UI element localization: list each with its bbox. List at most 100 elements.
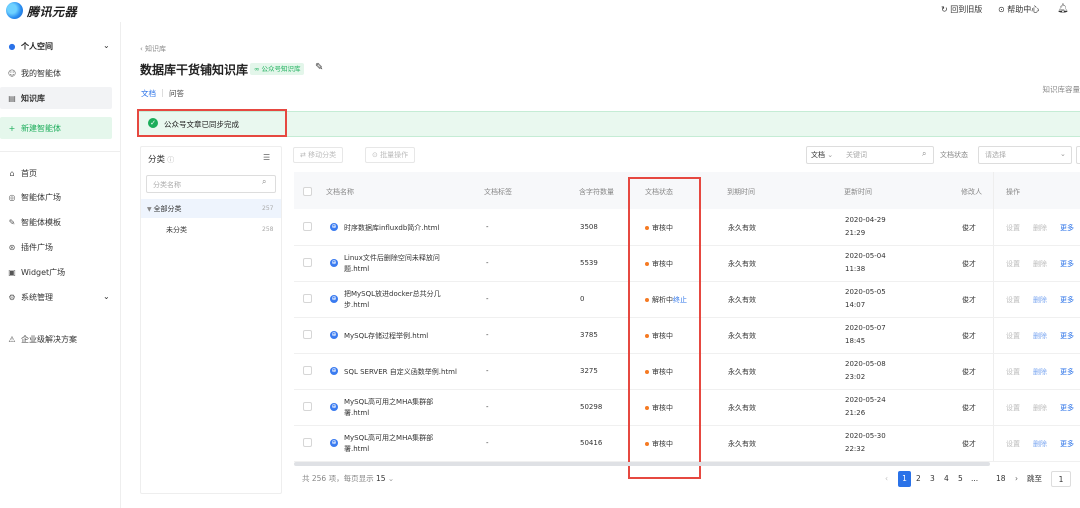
- update-date: 2020-05-05: [845, 288, 886, 296]
- column-header: 含字符数量: [579, 188, 614, 196]
- sidebar-item-home[interactable]: ⌂ 首页: [7, 168, 37, 179]
- modifier: 俊才: [962, 440, 976, 448]
- extra-control[interactable]: [1076, 146, 1080, 164]
- modifier: 俊才: [962, 296, 976, 304]
- more-action[interactable]: 更多: [1060, 223, 1074, 233]
- tab-divider: [162, 89, 163, 97]
- row-checkbox[interactable]: [303, 330, 312, 339]
- new-agent-label[interactable]: + 新建智能体: [7, 123, 61, 134]
- gear-icon: ⚙: [8, 293, 16, 302]
- settings-action[interactable]: 设置: [1006, 259, 1020, 269]
- more-action[interactable]: 更多: [1060, 295, 1074, 305]
- chevron-down-icon[interactable]: ⌄: [103, 41, 110, 50]
- search-icon[interactable]: ⌕: [262, 177, 266, 187]
- batch-operation-button[interactable]: ⊙ 批量操作: [365, 147, 416, 163]
- select-all-checkbox[interactable]: [303, 187, 312, 196]
- keyword-input[interactable]: 关键词: [846, 150, 867, 160]
- row-checkbox[interactable]: [303, 438, 312, 447]
- document-name[interactable]: Linux文件后删除空间未释放问 题.html: [344, 253, 440, 275]
- next-page-icon[interactable]: ›: [1015, 471, 1018, 487]
- delete-action[interactable]: 删除: [1033, 295, 1047, 305]
- sort-icon[interactable]: ☰: [263, 153, 270, 162]
- document-name[interactable]: MySQL高可用之MHA集群部 署.html: [344, 397, 433, 419]
- chevron-down-icon[interactable]: ⌄: [103, 292, 110, 301]
- sidebar-item-widget[interactable]: ▣ Widget广场: [7, 267, 65, 278]
- page-number[interactable]: 4: [944, 471, 949, 487]
- pagination-ellipsis[interactable]: ...: [971, 471, 978, 487]
- delete-action[interactable]: 删除: [1033, 331, 1047, 341]
- doc-type-select[interactable]: 文档 ⌄: [811, 150, 833, 160]
- settings-action[interactable]: 设置: [1006, 367, 1020, 377]
- page-number[interactable]: 2: [916, 471, 921, 487]
- sidebar-item-my-agents[interactable]: ☺ 我的智能体: [7, 68, 61, 79]
- back-to-old-link[interactable]: ↻ 回到旧版: [941, 4, 982, 15]
- tab-qa[interactable]: 问答: [169, 88, 184, 99]
- sidebar-item-knowledge[interactable]: ▤ 知识库: [7, 93, 45, 104]
- row-checkbox[interactable]: [303, 402, 312, 411]
- page-number[interactable]: 5: [958, 471, 963, 487]
- document-name[interactable]: MySQL高可用之MHA集群部 署.html: [344, 433, 433, 455]
- page-size-select[interactable]: 15 ⌄: [376, 474, 394, 483]
- globe-icon: ⊕: [330, 295, 338, 303]
- document-name-line: MySQL存储过程举例.html: [344, 332, 429, 340]
- jump-input[interactable]: 1: [1051, 471, 1071, 487]
- page-number[interactable]: 18: [996, 471, 1006, 487]
- more-action[interactable]: 更多: [1060, 331, 1074, 341]
- status-filter-select[interactable]: 请选择: [978, 146, 1072, 164]
- delete-action[interactable]: 删除: [1033, 403, 1047, 413]
- row-checkbox[interactable]: [303, 294, 312, 303]
- document-name[interactable]: 时序数据库influxdb简介.html: [344, 223, 439, 234]
- settings-action[interactable]: 设置: [1006, 403, 1020, 413]
- edit-icon[interactable]: ✎: [315, 62, 323, 73]
- sidebar-item-agent-square[interactable]: ◎ 智能体广场: [7, 192, 62, 203]
- move-category-button[interactable]: ⇄ 移动分类: [293, 147, 344, 163]
- char-count: 50298: [580, 403, 603, 411]
- delete-action[interactable]: 删除: [1033, 367, 1047, 377]
- settings-action[interactable]: 设置: [1006, 439, 1020, 449]
- globe-icon: ⊕: [330, 331, 338, 339]
- category-search-input[interactable]: 分类名称: [146, 175, 276, 193]
- horizontal-scrollbar[interactable]: [294, 462, 990, 466]
- delete-action[interactable]: 删除: [1033, 223, 1047, 233]
- more-action[interactable]: 更多: [1060, 403, 1074, 413]
- logo-text[interactable]: 腾讯元器: [27, 3, 77, 20]
- help-center-link[interactable]: ⊙ 帮助中心: [998, 4, 1039, 15]
- more-action[interactable]: 更多: [1060, 259, 1074, 269]
- category-item-uncategorized[interactable]: 未分类: [166, 225, 187, 235]
- sidebar-item-agent-template[interactable]: ✎ 智能体模板: [7, 217, 61, 228]
- row-checkbox[interactable]: [303, 366, 312, 375]
- sidebar-item-system[interactable]: ⚙ 系统管理: [7, 292, 53, 303]
- page-number[interactable]: 1: [898, 471, 911, 487]
- logo-icon[interactable]: [6, 2, 23, 19]
- settings-action[interactable]: 设置: [1006, 223, 1020, 233]
- document-tag: -: [486, 223, 489, 231]
- workspace-switcher[interactable]: ● 个人空间: [7, 41, 54, 52]
- more-action[interactable]: 更多: [1060, 367, 1074, 377]
- more-action[interactable]: 更多: [1060, 439, 1074, 449]
- category-item-all[interactable]: ▼ 全部分类: [147, 204, 182, 214]
- row-checkbox[interactable]: [303, 258, 312, 267]
- square-icon: ◎: [8, 193, 16, 202]
- bell-icon[interactable]: 🔔︎: [1057, 4, 1068, 14]
- document-name[interactable]: SQL SERVER 自定义函数举例.html: [344, 367, 457, 378]
- column-header: 更新时间: [844, 188, 872, 196]
- doc-icon: ▤: [8, 94, 16, 103]
- settings-action[interactable]: 设置: [1006, 295, 1020, 305]
- sidebar-item-enterprise[interactable]: ⚠ 企业级解决方案: [7, 334, 77, 345]
- sidebar-item-plugins[interactable]: ⊛ 插件广场: [7, 242, 53, 253]
- document-name[interactable]: 把MySQL放进docker总共分几 步.html: [344, 289, 441, 311]
- page-number[interactable]: 3: [930, 471, 935, 487]
- document-name[interactable]: MySQL存储过程举例.html: [344, 331, 428, 342]
- document-name-line: Linux文件后删除空间未释放问: [344, 254, 440, 262]
- row-checkbox[interactable]: [303, 222, 312, 231]
- prev-page-icon[interactable]: ‹: [885, 471, 888, 487]
- settings-action[interactable]: 设置: [1006, 331, 1020, 341]
- delete-action[interactable]: 删除: [1033, 259, 1047, 269]
- search-icon[interactable]: ⌕: [922, 149, 926, 159]
- document-tag: -: [486, 439, 489, 447]
- column-header: 修改人: [961, 188, 982, 196]
- delete-action[interactable]: 删除: [1033, 439, 1047, 449]
- column-header: 操作: [1006, 188, 1020, 196]
- breadcrumb[interactable]: ‹ 知识库: [140, 44, 166, 54]
- tab-documents[interactable]: 文档: [141, 88, 156, 99]
